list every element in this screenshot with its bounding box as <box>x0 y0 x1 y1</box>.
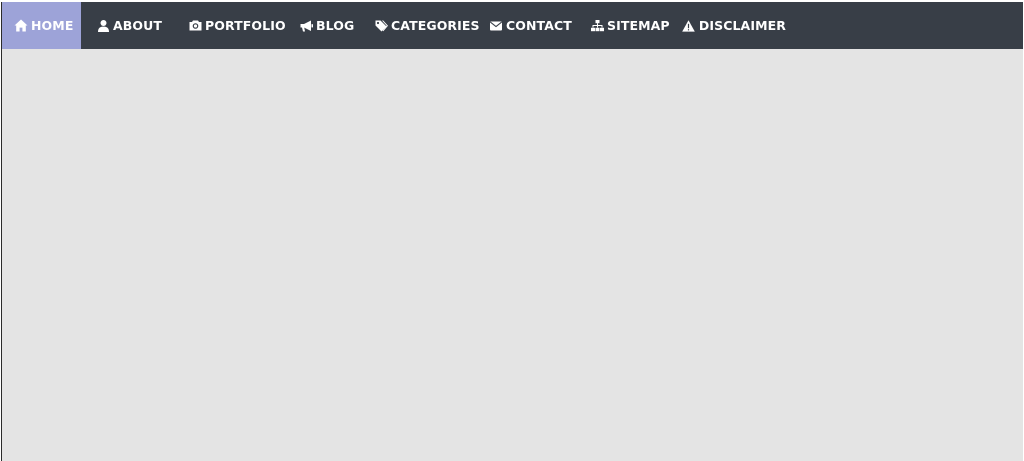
nav-item-blog[interactable]: BLOG <box>285 2 362 49</box>
nav-item-about[interactable]: ABOUT <box>81 2 174 49</box>
nav-label-disclaimer: DISCLAIMER <box>698 18 786 33</box>
nav-label-sitemap: SITEMAP <box>607 18 670 33</box>
nav-label-blog: BLOG <box>316 18 355 33</box>
sitemap-icon <box>590 19 604 33</box>
home-icon <box>14 19 28 33</box>
nav-label-about: ABOUT <box>113 18 163 33</box>
page-body: HOME ABOUT PORTFOLIO BLOG CATEGORIES CON… <box>1 2 1023 461</box>
nav-item-disclaimer[interactable]: DISCLAIMER <box>676 2 786 49</box>
envelope-icon <box>489 19 503 33</box>
nav-label-portfolio: PORTFOLIO <box>205 18 286 33</box>
window-frame: HOME ABOUT PORTFOLIO BLOG CATEGORIES CON… <box>0 0 1024 461</box>
megaphone-icon <box>299 19 313 33</box>
nav-item-home[interactable]: HOME <box>2 2 81 49</box>
warning-icon <box>682 19 696 33</box>
nav-label-home: HOME <box>31 18 74 33</box>
tags-icon <box>375 19 388 33</box>
nav-item-sitemap[interactable]: SITEMAP <box>579 2 676 49</box>
nav-item-portfolio[interactable]: PORTFOLIO <box>174 2 286 49</box>
nav-label-categories: CATEGORIES <box>391 18 480 33</box>
user-icon <box>96 19 110 33</box>
nav-item-contact[interactable]: CONTACT <box>479 2 579 49</box>
camera-icon <box>189 19 202 33</box>
nav-label-contact: CONTACT <box>506 18 572 33</box>
nav-item-categories[interactable]: CATEGORIES <box>362 2 480 49</box>
main-navbar: HOME ABOUT PORTFOLIO BLOG CATEGORIES CON… <box>2 2 1023 49</box>
